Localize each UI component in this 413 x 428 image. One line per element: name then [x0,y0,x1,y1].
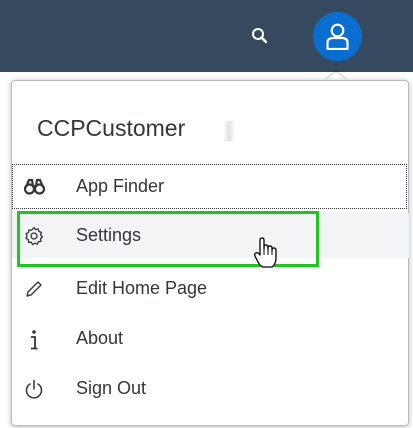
pencil-icon [24,279,44,299]
info-icon [24,329,44,350]
menu-item-label: Settings [76,225,142,245]
shell-header [0,0,413,72]
power-icon [24,379,44,399]
user-avatar-button[interactable] [313,12,362,61]
menu-item-label: Sign Out [76,378,147,398]
search-icon[interactable] [250,26,270,46]
menu-item-app-finder[interactable]: App Finder [12,164,407,209]
user-menu-popover: CCPCustomer App Finder Settings Edit Hom… [11,80,409,426]
user-icon [326,23,349,50]
menu-item-settings[interactable]: Settings [12,213,409,258]
menu-item-label: About [76,328,124,348]
gear-icon [24,226,44,246]
user-name: CCPCustomer [37,115,186,141]
menu-item-edit-home-page[interactable]: Edit Home Page [12,266,409,311]
menu-item-label: Edit Home Page [76,278,208,298]
menu-item-label: App Finder [76,176,165,196]
menu-item-about[interactable]: About [12,316,409,361]
name-fade [223,121,235,141]
binoculars-icon [23,177,46,197]
menu-item-sign-out[interactable]: Sign Out [12,366,409,411]
hand-pointer-cursor-icon [252,236,280,270]
